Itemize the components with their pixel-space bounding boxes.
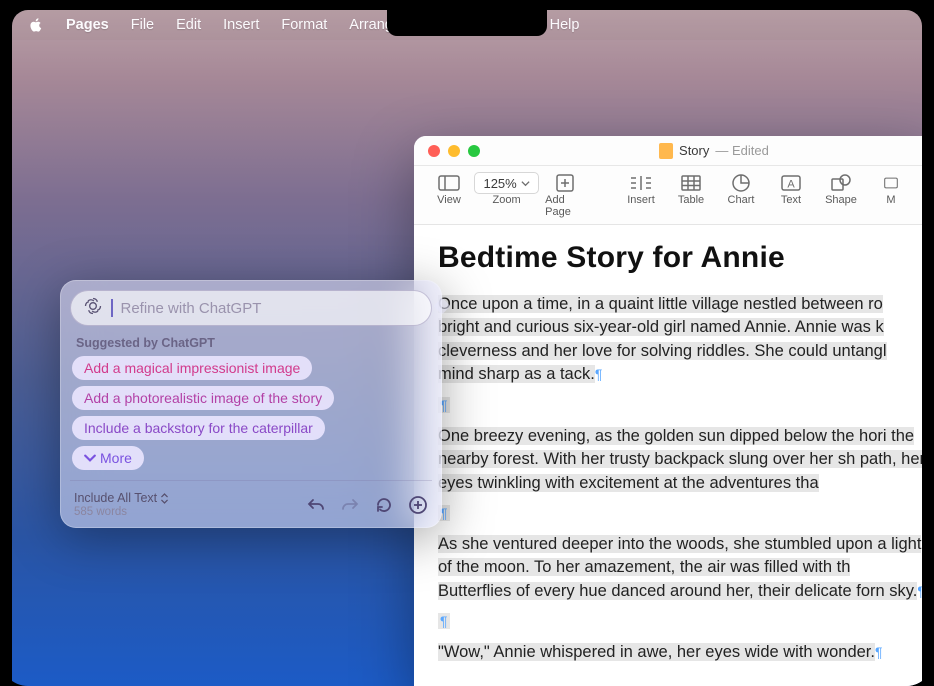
text-icon: A xyxy=(777,172,805,194)
minimize-window-button[interactable] xyxy=(448,145,460,157)
paragraph-4[interactable]: "Wow," Annie whispered in awe, her eyes … xyxy=(438,643,875,661)
document-heading[interactable]: Bedtime Story for Annie xyxy=(438,241,922,275)
toolbar-table[interactable]: Table xyxy=(666,172,716,206)
chevron-down-icon xyxy=(84,452,96,464)
suggestion-chip[interactable]: Add a magical impressionist image xyxy=(72,356,312,380)
suggested-by-label: Suggested by ChatGPT xyxy=(70,326,432,356)
menu-app-name[interactable]: Pages xyxy=(56,15,119,35)
chart-icon xyxy=(727,172,755,194)
device-notch xyxy=(387,10,547,36)
menu-file[interactable]: File xyxy=(121,15,164,35)
suggestion-chip[interactable]: Include a backstory for the caterpillar xyxy=(72,416,325,440)
word-count-label: 585 words xyxy=(74,506,169,518)
menu-format[interactable]: Format xyxy=(271,15,337,35)
table-icon xyxy=(677,172,705,194)
menu-insert[interactable]: Insert xyxy=(213,15,269,35)
toolbar: View 125% Zoom Add Page xyxy=(414,166,922,225)
menu-edit[interactable]: Edit xyxy=(166,15,211,35)
paragraph-3[interactable]: As she ventured deeper into the woods, s… xyxy=(438,535,921,600)
chatgpt-logo-icon xyxy=(83,296,103,321)
maximize-window-button[interactable] xyxy=(468,145,480,157)
plus-square-icon xyxy=(551,172,579,194)
toolbar-view[interactable]: View xyxy=(424,172,474,206)
chevron-down-icon xyxy=(521,179,530,188)
pages-window: Story — Edited View 125% Zoom xyxy=(414,136,922,686)
refine-text-input[interactable] xyxy=(121,300,420,317)
more-suggestions-chip[interactable]: More xyxy=(72,446,144,470)
suggestion-chip[interactable]: Add a photorealistic image of the story xyxy=(72,386,334,410)
paragraph-2[interactable]: One breezy evening, as the golden sun di… xyxy=(438,427,922,492)
text-cursor xyxy=(111,299,113,317)
toolbar-shape[interactable]: Shape xyxy=(816,172,866,206)
pilcrow-icon: ¶ xyxy=(438,613,450,629)
redo-button[interactable] xyxy=(340,495,360,515)
toolbar-text[interactable]: A Text xyxy=(766,172,816,206)
shape-icon xyxy=(827,172,855,194)
add-button[interactable] xyxy=(408,495,428,515)
paragraph-1[interactable]: Once upon a time, in a quaint little vil… xyxy=(438,295,887,383)
pilcrow-icon: ¶ xyxy=(595,366,603,382)
menu-help[interactable]: Help xyxy=(540,15,590,35)
svg-text:A: A xyxy=(787,179,795,191)
zoom-value: 125% xyxy=(483,176,516,191)
apple-menu-icon[interactable] xyxy=(28,17,44,33)
window-titlebar[interactable]: Story — Edited xyxy=(414,136,922,166)
regenerate-button[interactable] xyxy=(374,495,394,515)
toolbar-zoom[interactable]: 125% Zoom xyxy=(474,172,539,206)
include-scope-selector[interactable]: Include All Text xyxy=(74,491,169,505)
document-icon xyxy=(659,143,673,159)
updown-chevron-icon xyxy=(160,493,169,504)
close-window-button[interactable] xyxy=(428,145,440,157)
toolbar-media-cut[interactable]: M xyxy=(866,172,916,206)
media-icon xyxy=(877,172,905,194)
document-edited-label: — Edited xyxy=(715,143,768,158)
refine-input-field[interactable] xyxy=(70,290,432,326)
document-area[interactable]: Bedtime Story for Annie Once upon a time… xyxy=(414,225,922,686)
toolbar-add-page[interactable]: Add Page xyxy=(539,172,591,218)
toolbar-chart[interactable]: Chart xyxy=(716,172,766,206)
pilcrow-icon: ¶ xyxy=(875,644,883,660)
document-title[interactable]: Story xyxy=(679,143,709,158)
toolbar-insert[interactable]: Insert xyxy=(616,172,666,206)
insert-icon xyxy=(627,172,655,194)
undo-button[interactable] xyxy=(306,495,326,515)
chatgpt-refine-popover: Suggested by ChatGPT Add a magical impre… xyxy=(60,280,442,528)
pilcrow-icon: ¶ xyxy=(917,583,922,599)
sidebar-icon xyxy=(435,172,463,194)
